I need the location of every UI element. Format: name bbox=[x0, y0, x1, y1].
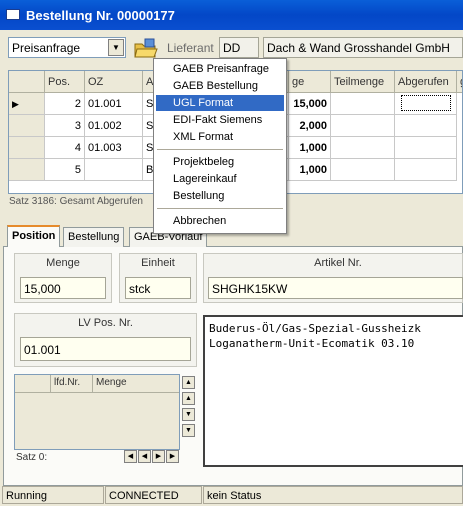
lieferant-label: Lieferant bbox=[167, 41, 214, 55]
menu-separator bbox=[157, 208, 283, 209]
sub-grid[interactable]: lfd.Nr. Menge bbox=[14, 374, 180, 450]
cell-teilmenge[interactable] bbox=[331, 137, 395, 159]
menge-field[interactable]: 15,000 bbox=[20, 277, 106, 299]
cell-abgerufen[interactable] bbox=[395, 93, 457, 115]
col-header-menge[interactable]: ge bbox=[289, 71, 331, 93]
chevron-down-icon[interactable]: ▼ bbox=[108, 39, 124, 56]
cell-menge[interactable]: 2,000 bbox=[289, 115, 331, 137]
cell-abgerufen[interactable] bbox=[395, 115, 457, 137]
col-header-abgerufen[interactable]: Abgerufen bbox=[395, 71, 457, 93]
cell-abgerufen[interactable] bbox=[395, 159, 457, 181]
lvpos-label: LV Pos. Nr. bbox=[78, 317, 133, 329]
row-selector[interactable] bbox=[9, 137, 45, 159]
cell-oz[interactable] bbox=[85, 159, 143, 181]
status-running: Running bbox=[2, 486, 104, 504]
einheit-label: Einheit bbox=[141, 257, 175, 269]
sub-grid-hscroll[interactable]: ◀ ◀ ▶ ▶ bbox=[124, 450, 180, 466]
sub-grid-vscroll[interactable]: ▲ ▲ ▼ ▼ bbox=[180, 374, 197, 466]
einheit-field[interactable]: stck bbox=[125, 277, 191, 299]
col-header-pos[interactable]: Pos. bbox=[45, 71, 85, 93]
menu-item-abbrechen[interactable]: Abbrechen bbox=[156, 213, 284, 229]
menu-item-gaeb-bestellung[interactable]: GAEB Bestellung bbox=[156, 78, 284, 94]
cell-pos[interactable]: 4 bbox=[45, 137, 85, 159]
scroll-last-icon[interactable]: ▶ bbox=[166, 450, 179, 463]
description-memo[interactable]: Buderus-Öl/Gas-Spezial-Gussheizk Loganat… bbox=[203, 315, 463, 467]
focus-cell bbox=[401, 95, 451, 111]
scroll-right-icon[interactable]: ▶ bbox=[152, 450, 165, 463]
row-selector[interactable] bbox=[9, 115, 45, 137]
row-selector[interactable]: ▶ bbox=[9, 93, 45, 115]
menu-item-gaeb-preisanfrage[interactable]: GAEB Preisanfrage bbox=[156, 61, 284, 77]
tab-position[interactable]: Position bbox=[7, 225, 61, 247]
type-select[interactable]: Preisanfrage ▼ bbox=[8, 37, 126, 58]
scroll-bottom-icon[interactable]: ▼ bbox=[182, 424, 195, 437]
row-selector[interactable] bbox=[9, 159, 45, 181]
cell-oz[interactable]: 01.001 bbox=[85, 93, 143, 115]
grid-footer-text: Satz 3186: Gesamt Abgerufen bbox=[9, 196, 143, 207]
type-select-value: Preisanfrage bbox=[12, 41, 81, 55]
cell-teilmenge[interactable] bbox=[331, 93, 395, 115]
scroll-first-icon[interactable]: ◀ bbox=[124, 450, 137, 463]
cell-pos[interactable]: 5 bbox=[45, 159, 85, 181]
row-pointer-icon: ▶ bbox=[12, 99, 19, 109]
status-connection: CONNECTED bbox=[105, 486, 202, 504]
sub-grid-footer: Satz 0: bbox=[16, 452, 48, 463]
artikel-field[interactable]: SHGHK15KW bbox=[208, 277, 463, 299]
scroll-down-icon[interactable]: ▼ bbox=[182, 408, 195, 421]
title-bar[interactable]: Bestellung Nr. 00000177 bbox=[0, 0, 463, 30]
scroll-left-icon[interactable]: ◀ bbox=[138, 450, 151, 463]
menu-item-xml-format[interactable]: XML Format bbox=[156, 129, 284, 145]
scroll-up-icon[interactable]: ▲ bbox=[182, 392, 195, 405]
grid-corner bbox=[9, 71, 45, 93]
tab-bestellung[interactable]: Bestellung bbox=[63, 227, 125, 247]
col-header-g[interactable]: g bbox=[457, 71, 462, 93]
lieferant-code-field[interactable]: DD bbox=[219, 37, 259, 58]
cell-menge[interactable]: 15,000 bbox=[289, 93, 331, 115]
menge-label: Menge bbox=[46, 257, 80, 269]
menu-item-lagereinkauf[interactable]: Lagereinkauf bbox=[156, 171, 284, 187]
cell-pos[interactable]: 3 bbox=[45, 115, 85, 137]
description-line: Buderus-Öl/Gas-Spezial-Gussheizk bbox=[209, 322, 421, 335]
status-message: kein Status bbox=[203, 486, 463, 504]
lieferant-name-field[interactable]: Dach & Wand Grosshandel GmbH bbox=[263, 37, 463, 58]
sub-col-header-lfdnr[interactable]: lfd.Nr. bbox=[51, 375, 93, 393]
folder-icon[interactable] bbox=[133, 38, 159, 60]
artikel-label: Artikel Nr. bbox=[314, 257, 362, 269]
scroll-top-icon[interactable]: ▲ bbox=[182, 376, 195, 389]
menu-item-projektbeleg[interactable]: Projektbeleg bbox=[156, 154, 284, 170]
menu-item-edi-fakt-siemens[interactable]: EDI-Fakt Siemens bbox=[156, 112, 284, 128]
cell-menge[interactable]: 1,000 bbox=[289, 137, 331, 159]
description-line: Loganatherm-Unit-Ecomatik 03.10 bbox=[209, 337, 415, 350]
cell-menge[interactable]: 1,000 bbox=[289, 159, 331, 181]
window-icon bbox=[6, 9, 20, 20]
sub-grid-corner bbox=[15, 375, 51, 393]
col-header-oz[interactable]: OZ bbox=[85, 71, 143, 93]
menu-item-bestellung[interactable]: Bestellung bbox=[156, 188, 284, 204]
menu-item-ugl-format[interactable]: UGL Format bbox=[156, 95, 284, 111]
col-header-teilmenge[interactable]: Teilmenge bbox=[331, 71, 395, 93]
cell-oz[interactable]: 01.003 bbox=[85, 137, 143, 159]
cell-abgerufen[interactable] bbox=[395, 137, 457, 159]
cell-teilmenge[interactable] bbox=[331, 159, 395, 181]
sub-col-header-menge[interactable]: Menge bbox=[93, 375, 179, 393]
cell-pos[interactable]: 2 bbox=[45, 93, 85, 115]
menu-separator bbox=[157, 149, 283, 150]
cell-teilmenge[interactable] bbox=[331, 115, 395, 137]
export-menu[interactable]: GAEB Preisanfrage GAEB Bestellung UGL Fo… bbox=[153, 58, 287, 234]
cell-oz[interactable]: 01.002 bbox=[85, 115, 143, 137]
lvpos-field[interactable]: 01.001 bbox=[20, 337, 191, 361]
window-title: Bestellung Nr. 00000177 bbox=[26, 8, 175, 23]
